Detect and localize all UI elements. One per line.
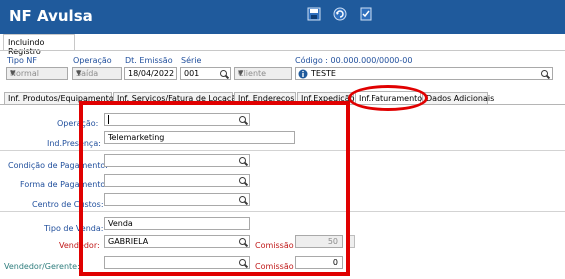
tab-label: Dados Adicionais [426, 94, 495, 103]
tab-incluindo-registro-label: Incluindo Registro [8, 38, 45, 56]
codigo-label: Código : 00.000.000/0000-00 [295, 56, 413, 65]
divider [0, 50, 565, 51]
highlight-ellipse [348, 85, 428, 111]
window-title: NF Avulsa [9, 7, 93, 25]
operacao-header-label: Operação [73, 56, 112, 65]
chevron-down-icon: ▼ [10, 69, 16, 77]
refresh-icon[interactable] [333, 7, 347, 21]
checklist-icon[interactable] [359, 7, 373, 21]
dt-emissao-label: Dt. Emissão [125, 56, 173, 65]
save-icon[interactable] [307, 7, 321, 21]
dt-emissao-field[interactable]: 18/04/2022 [124, 67, 177, 80]
serie-field[interactable]: 001 [180, 67, 231, 80]
tab-incluindo-registro[interactable]: Incluindo Registro [3, 34, 75, 56]
codigo-value: TESTE [311, 69, 336, 78]
codigo-field[interactable]: TESTE [295, 67, 553, 80]
serie-value: 001 [184, 69, 200, 78]
info-icon [298, 69, 308, 79]
chevron-down-icon: ▼ [238, 69, 244, 77]
highlight-rectangle [79, 101, 350, 276]
tipo-nf-label: Tipo NF [7, 56, 37, 65]
tab-dados-adicionais[interactable]: Dados Adicionais [422, 92, 494, 104]
cliente-select[interactable]: Cliente ▼ [234, 67, 292, 80]
chevron-down-icon: ▼ [76, 69, 82, 77]
search-icon[interactable] [541, 70, 550, 79]
vendedor-gerente-label: Vendedor/Gerente: [4, 262, 80, 271]
serie-label: Série [181, 56, 202, 65]
operacao-header-select[interactable]: Saída ▼ [72, 67, 122, 80]
search-icon[interactable] [220, 70, 229, 79]
tipo-nf-select[interactable]: Normal ▼ [6, 67, 68, 80]
title-bar: NF Avulsa [0, 0, 565, 34]
dt-emissao-value: 18/04/2022 [128, 69, 175, 78]
